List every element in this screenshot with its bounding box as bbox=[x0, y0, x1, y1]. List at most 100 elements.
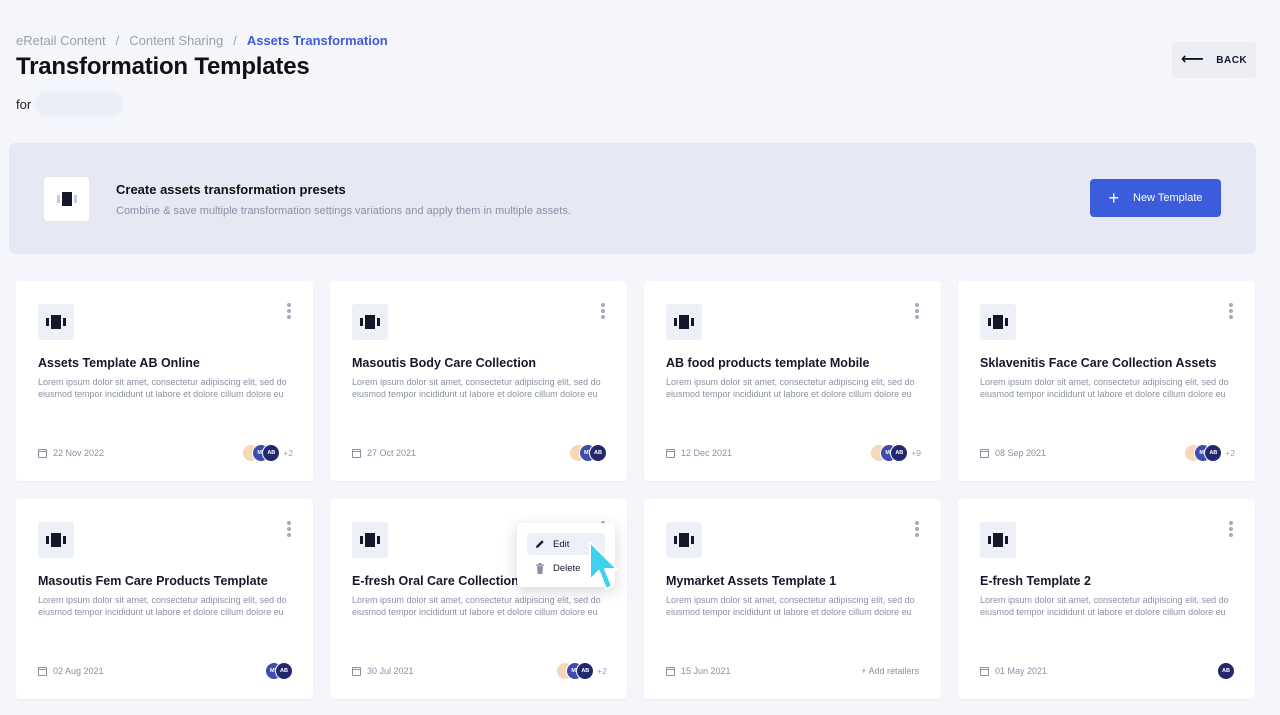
card-description: Lorem ipsum dolor sit amet, consectetur … bbox=[666, 377, 915, 400]
avatar-extra-count: +9 bbox=[911, 448, 921, 458]
avatar-extra-count: +2 bbox=[597, 666, 607, 676]
more-options-icon[interactable] bbox=[911, 521, 923, 537]
transform-icon bbox=[988, 533, 1008, 547]
card-date-text: 01 May 2021 bbox=[995, 666, 1048, 676]
retailer-avatars[interactable]: AB bbox=[1217, 662, 1235, 680]
retailer-avatars[interactable]: MT AB +2 bbox=[242, 444, 293, 462]
card-date: 30 Jul 2021 bbox=[352, 666, 414, 676]
transform-icon bbox=[674, 315, 694, 329]
breadcrumb-separator: / bbox=[233, 33, 237, 48]
banner-subtitle: Combine & save multiple transformation s… bbox=[116, 205, 571, 217]
transform-icon bbox=[988, 315, 1008, 329]
calendar-icon bbox=[666, 448, 675, 458]
card-date: 27 Oct 2021 bbox=[352, 448, 416, 458]
card-description: Lorem ipsum dolor sit amet, consectetur … bbox=[352, 595, 601, 618]
trash-icon bbox=[536, 562, 544, 574]
card-description: Lorem ipsum dolor sit amet, consectetur … bbox=[980, 377, 1229, 400]
breadcrumb: eRetail Content / Content Sharing / Asse… bbox=[16, 33, 388, 48]
calendar-icon bbox=[352, 448, 361, 458]
template-card[interactable]: Masoutis Body Care Collection Lorem ipsu… bbox=[330, 281, 627, 481]
more-options-icon[interactable] bbox=[911, 303, 923, 319]
card-title: Assets Template AB Online bbox=[38, 356, 200, 370]
calendar-icon bbox=[352, 666, 361, 676]
retailer-avatars[interactable]: MT AB bbox=[569, 444, 607, 462]
back-button-label: BACK bbox=[1216, 54, 1248, 66]
card-date-text: 15 Jun 2021 bbox=[681, 666, 731, 676]
arrow-left-icon: ⟵ bbox=[1180, 51, 1205, 68]
banner-title: Create assets transformation presets bbox=[116, 182, 346, 197]
transform-icon bbox=[674, 533, 694, 547]
transform-icon bbox=[46, 315, 66, 329]
transform-icon-box bbox=[352, 522, 388, 558]
add-retailers-link[interactable]: + Add retailers bbox=[861, 666, 919, 676]
card-date-text: 02 Aug 2021 bbox=[53, 666, 104, 676]
breadcrumb-item-current: Assets Transformation bbox=[246, 33, 388, 48]
breadcrumb-item-content-sharing[interactable]: Content Sharing bbox=[129, 33, 223, 48]
card-description: Lorem ipsum dolor sit amet, consectetur … bbox=[666, 595, 915, 618]
plus-icon: + bbox=[1108, 188, 1119, 208]
template-card[interactable]: E-fresh Template 2 Lorem ipsum dolor sit… bbox=[958, 499, 1255, 699]
pointer-cursor-icon bbox=[589, 541, 618, 590]
more-options-icon[interactable] bbox=[597, 303, 609, 319]
template-card[interactable]: Sklavenitis Face Care Collection Assets … bbox=[958, 281, 1255, 481]
card-date-text: 30 Jul 2021 bbox=[367, 666, 414, 676]
card-title: E-fresh Template 2 bbox=[980, 574, 1091, 588]
card-date: 15 Jun 2021 bbox=[666, 666, 731, 676]
for-label: for bbox=[16, 96, 32, 112]
transform-icon-box bbox=[352, 304, 388, 340]
card-date-text: 27 Oct 2021 bbox=[367, 448, 417, 458]
card-date: 08 Sep 2021 bbox=[980, 448, 1046, 458]
card-date: 02 Aug 2021 bbox=[38, 666, 104, 676]
template-card[interactable]: AB food products template Mobile Lorem i… bbox=[644, 281, 941, 481]
calendar-icon bbox=[38, 448, 47, 458]
transform-icon-box bbox=[666, 304, 702, 340]
calendar-icon bbox=[666, 666, 675, 676]
new-template-button[interactable]: + New Template bbox=[1090, 179, 1221, 217]
transform-icon-box bbox=[980, 304, 1016, 340]
retailer-avatars[interactable]: MT AB +9 bbox=[870, 444, 921, 462]
more-options-icon[interactable] bbox=[283, 303, 295, 319]
transform-icon-box bbox=[44, 177, 89, 221]
back-button[interactable]: ⟵ BACK bbox=[1172, 42, 1256, 78]
retailer-avatars[interactable]: MT AB +2 bbox=[556, 662, 607, 680]
transform-icon-box bbox=[38, 304, 74, 340]
retailer-name-placeholder bbox=[35, 92, 124, 116]
template-card[interactable]: Mymarket Assets Template 1 Lorem ipsum d… bbox=[644, 499, 941, 699]
card-title: Mymarket Assets Template 1 bbox=[666, 574, 837, 588]
transform-icon bbox=[56, 192, 77, 206]
more-options-icon[interactable] bbox=[1225, 303, 1237, 319]
transform-icon bbox=[46, 533, 66, 547]
calendar-icon bbox=[980, 448, 989, 458]
edit-label: Edit bbox=[553, 538, 570, 550]
page-title: Transformation Templates bbox=[16, 53, 310, 80]
breadcrumb-item-eretail-content[interactable]: eRetail Content bbox=[16, 33, 106, 48]
avatar: AB bbox=[1217, 662, 1235, 680]
avatar: AB bbox=[589, 444, 607, 462]
card-title: Sklavenitis Face Care Collection Assets bbox=[980, 356, 1217, 370]
new-template-label: New Template bbox=[1133, 192, 1203, 204]
card-date: 01 May 2021 bbox=[980, 666, 1047, 676]
avatar-extra-count: +2 bbox=[1225, 448, 1235, 458]
transform-icon bbox=[360, 533, 380, 547]
card-date: 12 Dec 2021 bbox=[666, 448, 732, 458]
more-options-icon[interactable] bbox=[283, 521, 295, 537]
retailer-avatars[interactable]: MT AB +2 bbox=[1184, 444, 1235, 462]
template-card[interactable]: Masoutis Fem Care Products Template Lore… bbox=[16, 499, 313, 699]
card-date-text: 12 Dec 2021 bbox=[681, 448, 733, 458]
more-options-icon[interactable] bbox=[1225, 521, 1237, 537]
avatar: AB bbox=[1204, 444, 1223, 462]
card-description: Lorem ipsum dolor sit amet, consectetur … bbox=[38, 595, 287, 618]
breadcrumb-separator: / bbox=[115, 33, 120, 48]
card-description: Lorem ipsum dolor sit amet, consectetur … bbox=[352, 377, 601, 400]
template-card[interactable]: Assets Template AB Online Lorem ipsum do… bbox=[16, 281, 313, 481]
calendar-icon bbox=[38, 666, 47, 676]
for-row: for bbox=[16, 92, 124, 116]
card-date: 22 Nov 2022 bbox=[38, 448, 104, 458]
retailer-avatars[interactable]: MT AB bbox=[265, 662, 293, 680]
calendar-icon bbox=[980, 666, 989, 676]
delete-label: Delete bbox=[553, 562, 581, 574]
pencil-icon bbox=[536, 540, 544, 548]
avatar: AB bbox=[275, 662, 293, 680]
avatar: AB bbox=[262, 444, 281, 462]
transform-icon-box bbox=[666, 522, 702, 558]
